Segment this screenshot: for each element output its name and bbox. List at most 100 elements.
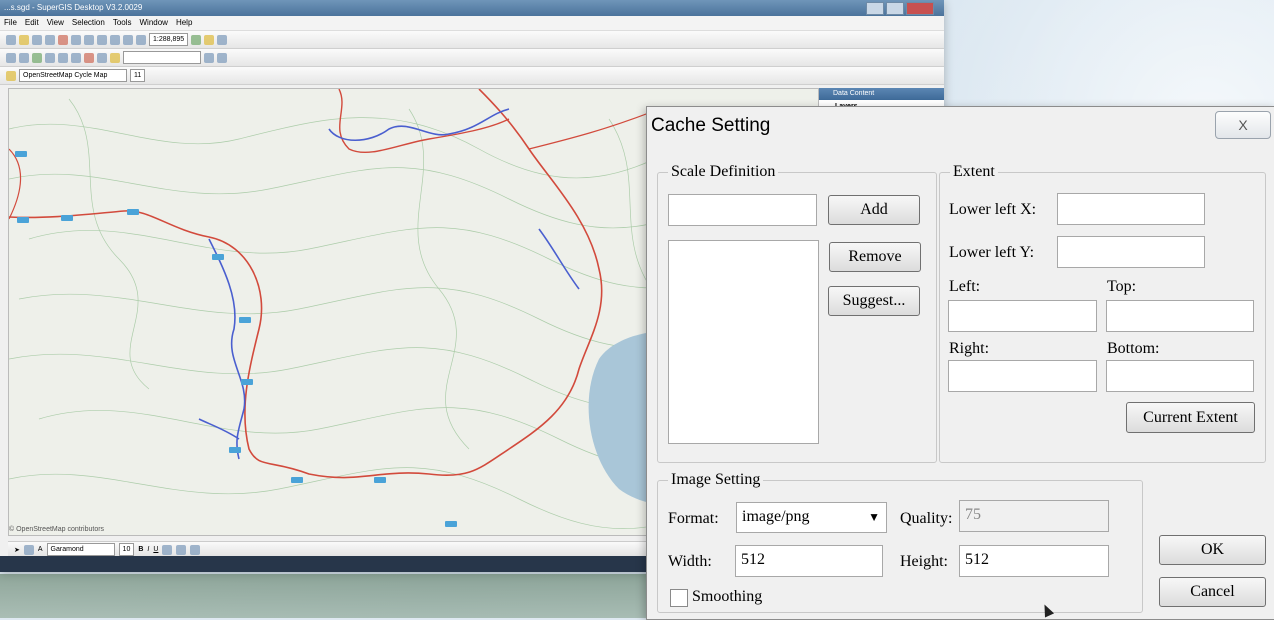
underline-button[interactable]: U [153, 546, 158, 553]
dialog-close-button[interactable]: X [1215, 111, 1271, 139]
add-data-icon[interactable] [58, 34, 68, 45]
standard-toolbar: 1:288,895 [0, 31, 944, 49]
layer-combo[interactable] [123, 51, 201, 64]
basemap-combo[interactable]: OpenStreetMap Cycle Map [19, 69, 127, 82]
close-window-button[interactable] [906, 2, 934, 15]
height-field[interactable]: 512 [959, 545, 1109, 577]
route-blue-west [198, 238, 246, 460]
route-shields [15, 151, 457, 527]
left-field[interactable] [948, 300, 1097, 332]
app-title: ...s.sgd - SuperGIS Desktop V3.2.0029 [4, 3, 143, 12]
font-color-icon[interactable] [190, 544, 201, 555]
menu-selection[interactable]: Selection [72, 16, 105, 30]
save-icon[interactable] [32, 34, 42, 45]
font-combo[interactable]: Garamond [46, 543, 115, 556]
select-arrow-icon[interactable]: ➤ [14, 546, 20, 554]
map-attribution: © OpenStreetMap contributors [9, 526, 105, 533]
format-label: Format: [668, 510, 719, 527]
rectangle-icon[interactable] [23, 544, 34, 555]
remove-button[interactable]: Remove [829, 242, 921, 272]
chevron-down-icon: ▼ [868, 510, 880, 524]
scale-definition-legend: Scale Definition [671, 163, 776, 180]
width-field[interactable]: 512 [735, 545, 883, 577]
find-icon[interactable] [110, 52, 120, 63]
fill-color-icon[interactable] [162, 544, 173, 555]
suggest-button[interactable]: Suggest... [828, 286, 920, 316]
minimize-button[interactable] [866, 2, 884, 15]
ok-button[interactable]: OK [1159, 535, 1266, 565]
quality-label: Quality: [900, 510, 953, 527]
menu-bar: File Edit View Selection Tools Window He… [0, 16, 944, 31]
route-blue-east [538, 228, 580, 290]
undo-icon[interactable] [123, 34, 133, 45]
delete-icon[interactable] [110, 34, 120, 45]
select-icon[interactable] [84, 52, 94, 63]
tools-toolbar [0, 49, 944, 67]
zoom-in-icon[interactable] [6, 52, 16, 63]
previous-extent-icon[interactable] [58, 52, 68, 63]
pan-icon[interactable] [191, 34, 202, 45]
line-color-icon[interactable] [176, 544, 187, 555]
paste-icon[interactable] [97, 34, 107, 45]
top-label: Top: [1107, 278, 1137, 295]
left-label: Left: [949, 278, 981, 295]
measure-icon[interactable] [97, 52, 107, 63]
sketch-icon[interactable] [217, 52, 227, 63]
next-extent-icon[interactable] [71, 52, 81, 63]
maximize-button[interactable] [886, 2, 904, 15]
full-extent-icon[interactable] [45, 52, 55, 63]
italic-button[interactable]: I [147, 546, 149, 553]
scale-list[interactable] [668, 240, 819, 444]
right-label: Right: [949, 340, 990, 357]
new-icon[interactable] [6, 34, 16, 45]
smoothing-label: Smoothing [692, 588, 763, 605]
close-icon: X [1238, 117, 1248, 133]
bold-button[interactable]: B [138, 546, 143, 553]
help-icon[interactable] [217, 34, 228, 45]
menu-file[interactable]: File [4, 16, 17, 30]
cancel-button[interactable]: Cancel [1159, 577, 1266, 607]
lower-left-y-label: Lower left Y: [949, 244, 1035, 261]
copy-icon[interactable] [84, 34, 94, 45]
open-icon[interactable] [19, 34, 29, 45]
format-value: image/png [742, 508, 810, 525]
text-icon[interactable]: A [38, 546, 43, 553]
pan-tool-icon[interactable] [32, 52, 42, 63]
menu-edit[interactable]: Edit [25, 16, 39, 30]
lower-left-y-field[interactable] [1057, 236, 1205, 268]
format-select[interactable]: image/png ▼ [736, 502, 887, 533]
lower-left-x-label: Lower left X: [949, 201, 1037, 218]
image-setting-legend: Image Setting [671, 471, 761, 488]
edit-icon[interactable] [204, 52, 214, 63]
lower-left-x-field[interactable] [1057, 193, 1205, 225]
scale-input[interactable] [668, 194, 817, 226]
width-label: Width: [668, 553, 712, 570]
redo-icon[interactable] [136, 34, 146, 45]
window-controls [866, 2, 934, 15]
app-titlebar: ...s.sgd - SuperGIS Desktop V3.2.0029 [0, 0, 944, 16]
menu-tools[interactable]: Tools [113, 16, 132, 30]
height-label: Height: [900, 553, 948, 570]
menu-help[interactable]: Help [176, 16, 192, 30]
menu-view[interactable]: View [47, 16, 64, 30]
identify-icon[interactable] [204, 34, 215, 45]
right-field[interactable] [948, 360, 1097, 392]
basemap-icon [6, 70, 16, 81]
route-red-east [528, 108, 660, 150]
cut-icon[interactable] [71, 34, 81, 45]
route-red-west [9, 148, 22, 220]
menu-window[interactable]: Window [140, 16, 168, 30]
data-content-header: Data Content [819, 88, 944, 100]
quality-field: 75 [959, 500, 1109, 532]
scale-combo[interactable]: 1:288,895 [149, 33, 189, 46]
print-icon[interactable] [45, 34, 55, 45]
zoom-out-icon[interactable] [19, 52, 29, 63]
zoom-level-combo[interactable]: 11 [130, 69, 146, 82]
add-button[interactable]: Add [828, 195, 920, 225]
bottom-field[interactable] [1106, 360, 1254, 392]
extent-legend: Extent [953, 163, 995, 180]
current-extent-button[interactable]: Current Extent [1126, 402, 1255, 433]
font-size-combo[interactable]: 10 [118, 543, 135, 556]
smoothing-checkbox[interactable] [670, 589, 688, 607]
top-field[interactable] [1106, 300, 1254, 332]
